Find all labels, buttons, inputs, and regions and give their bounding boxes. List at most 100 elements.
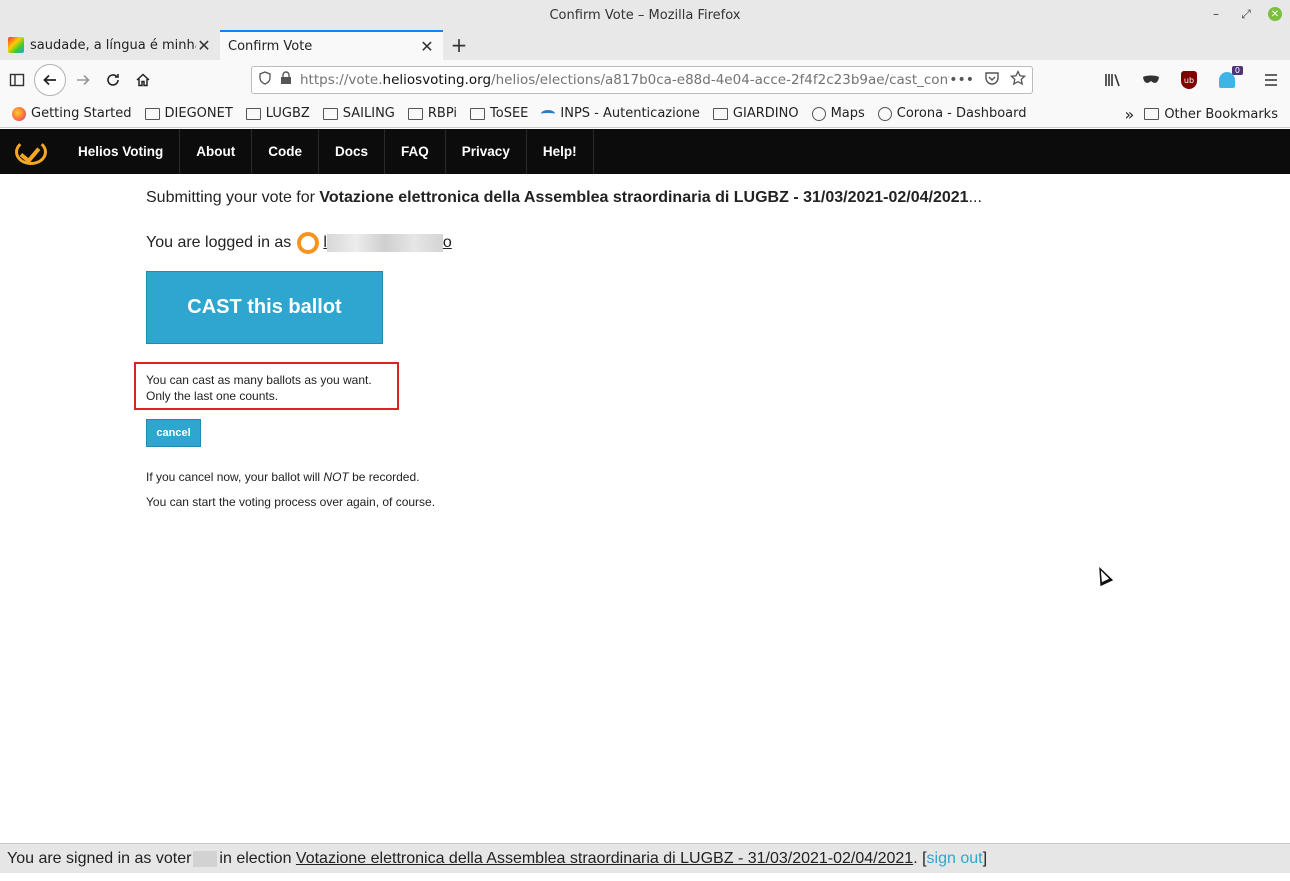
warn-suffix: be recorded.	[348, 470, 420, 484]
cast-ballot-button[interactable]: CAST this ballot	[146, 271, 383, 344]
new-tab-icon[interactable]: +	[443, 30, 475, 60]
hamburger-menu-icon[interactable]	[1256, 65, 1286, 95]
warn-prefix: If you cancel now, your ballot will	[146, 470, 324, 484]
tab-close-icon[interactable]: ✕	[196, 36, 212, 55]
tab-title: Confirm Vote	[228, 38, 313, 54]
nav-about[interactable]: About	[180, 129, 253, 174]
extension-badge: 0	[1231, 66, 1243, 75]
bookmark-label: DIEGONET	[164, 106, 233, 121]
folder-icon	[322, 107, 338, 120]
private-mask-icon[interactable]	[1136, 65, 1166, 95]
bookmark-getting-started[interactable]: Getting Started	[12, 106, 132, 121]
forward-icon[interactable]	[68, 65, 98, 95]
warn-not: NOT	[323, 470, 349, 484]
tab-confirm-vote[interactable]: Confirm Vote ✕	[220, 30, 443, 60]
redacted-user	[326, 234, 443, 252]
site-favicon-icon	[8, 37, 24, 53]
bookmark-rbpi[interactable]: RBPi	[407, 106, 457, 121]
auth-provider-icon	[297, 232, 320, 254]
site-navbar: Helios Voting About Code Docs FAQ Privac…	[0, 129, 1290, 174]
ublock-icon[interactable]: ub	[1174, 65, 1204, 95]
window-controls: – ⤢ ✕	[1208, 6, 1282, 22]
minimize-icon[interactable]: –	[1208, 6, 1224, 22]
shield-icon[interactable]	[258, 71, 272, 89]
library-icon[interactable]	[1098, 65, 1128, 95]
nav-code[interactable]: Code	[252, 129, 319, 174]
logged-prefix: You are logged in as	[146, 234, 292, 251]
submitting-heading: Submitting your vote for Votazione elett…	[146, 189, 982, 207]
home-icon[interactable]	[128, 65, 158, 95]
bookmark-corona-dashboard[interactable]: Corona - Dashboard	[877, 106, 1027, 121]
tab-saudade[interactable]: saudade, a língua é minha p ✕	[0, 30, 220, 60]
page-actions-icon[interactable]: •••	[949, 72, 974, 88]
bookmark-tosee[interactable]: ToSEE	[470, 106, 528, 121]
url-text[interactable]: https://vote.heliosvoting.org/helios/ele…	[300, 72, 949, 88]
notice-line: Only the last one counts.	[146, 389, 279, 403]
submitting-prefix: Submitting your vote for	[146, 189, 320, 206]
folder-icon	[712, 107, 728, 120]
folder-icon	[470, 107, 486, 120]
bookmarks-toolbar: Getting Started DIEGONET LUGBZ SAILING R…	[0, 100, 1290, 128]
nav-docs[interactable]: Docs	[319, 129, 386, 174]
bookmark-maps[interactable]: Maps	[811, 106, 865, 121]
sign-out-link[interactable]: sign out	[927, 850, 983, 868]
nav-helios-voting[interactable]: Helios Voting	[62, 129, 181, 174]
bookmarks-right: » Other Bookmarks	[1125, 100, 1278, 128]
logged-in-line: You are logged in as lo	[146, 232, 452, 254]
footer-middle: in election	[219, 849, 292, 867]
pocket-icon[interactable]	[984, 70, 1000, 90]
redacted-voter	[193, 850, 218, 867]
cancel-button[interactable]: cancel	[146, 419, 201, 447]
helios-logo-icon[interactable]	[0, 129, 62, 174]
bookmark-label: INPS - Autenticazione	[560, 106, 700, 121]
signed-in-footer: You are signed in as voter in election V…	[0, 843, 1290, 873]
inps-icon	[541, 109, 556, 118]
logged-user: lo	[323, 234, 452, 252]
footer-bracket-close: ]	[982, 849, 988, 867]
ghostery-icon[interactable]: 0	[1212, 65, 1243, 95]
url-actions: •••	[949, 69, 1027, 90]
maximize-icon[interactable]: ⤢	[1238, 6, 1254, 22]
nav-faq[interactable]: FAQ	[385, 129, 446, 174]
folder-icon	[1144, 108, 1160, 120]
bookmark-star-icon[interactable]	[1009, 69, 1027, 90]
globe-icon	[811, 106, 826, 121]
globe-icon	[877, 106, 892, 121]
tab-title: saudade, a língua é minha p	[30, 37, 196, 53]
bookmark-inps[interactable]: INPS - Autenticazione	[541, 106, 700, 121]
bookmark-lugbz[interactable]: LUGBZ	[245, 106, 310, 121]
window-titlebar: Confirm Vote – Mozilla Firefox – ⤢ ✕	[0, 0, 1290, 30]
nav-help[interactable]: Help!	[527, 129, 594, 174]
bookmark-label: LUGBZ	[265, 106, 310, 121]
election-link[interactable]: Votazione elettronica della Assemblea st…	[296, 850, 913, 868]
sidebar-toggle-icon[interactable]	[2, 65, 32, 95]
folder-icon	[407, 107, 423, 120]
back-icon[interactable]	[34, 64, 66, 96]
cancel-warning: If you cancel now, your ballot will NOT …	[146, 470, 419, 484]
tab-close-icon[interactable]: ✕	[419, 37, 435, 56]
bookmark-label: GIARDINO	[732, 106, 799, 121]
bookmark-sailing[interactable]: SAILING	[322, 106, 395, 121]
notice-line: You can cast as many ballots as you want…	[146, 373, 372, 387]
footer-bracket-open: . [	[913, 849, 927, 867]
other-bookmarks[interactable]: Other Bookmarks	[1144, 107, 1278, 122]
bookmark-giardino[interactable]: GIARDINO	[712, 106, 799, 121]
folder-icon	[245, 107, 261, 120]
url-domain: heliosvoting.org	[382, 72, 492, 88]
mouse-cursor-icon	[1092, 563, 1114, 587]
url-bar[interactable]: https://vote.heliosvoting.org/helios/ele…	[251, 66, 1033, 94]
bookmark-label: Other Bookmarks	[1164, 106, 1278, 122]
close-window-icon[interactable]: ✕	[1268, 7, 1282, 21]
navigation-toolbar: https://vote.heliosvoting.org/helios/ele…	[0, 60, 1290, 100]
bookmark-label: Maps	[830, 106, 865, 121]
bookmark-label: ToSEE	[490, 106, 529, 121]
reload-icon[interactable]	[98, 65, 128, 95]
submitting-suffix: ...	[968, 189, 982, 206]
nav-privacy[interactable]: Privacy	[446, 129, 527, 174]
bookmark-label: Getting Started	[31, 106, 132, 121]
bookmark-diegonet[interactable]: DIEGONET	[144, 106, 233, 121]
election-name: Votazione elettronica della Assemblea st…	[319, 189, 969, 206]
restart-note: You can start the voting process over ag…	[146, 495, 436, 509]
bookmarks-overflow-icon[interactable]: »	[1125, 105, 1135, 124]
lock-icon[interactable]	[280, 71, 292, 89]
